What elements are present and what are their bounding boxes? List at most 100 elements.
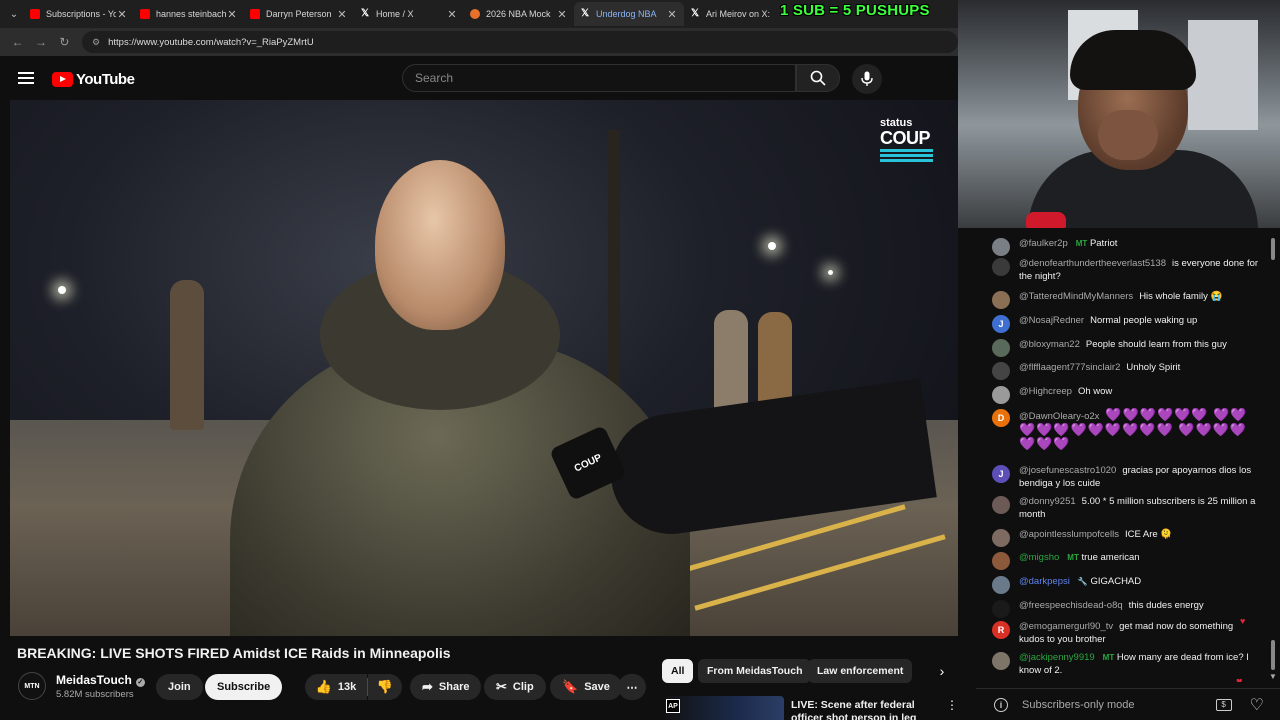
chat-footer: i Subscribers-only mode $ ♡ xyxy=(976,688,1280,720)
chat-author[interactable]: @apointlesslumpofcells xyxy=(1019,529,1119,540)
chip-all[interactable]: All xyxy=(662,659,694,683)
menu-icon[interactable] xyxy=(18,72,34,84)
clip-button[interactable]: ✂ Clip xyxy=(484,674,546,700)
tab-title: Subscriptions - Yo xyxy=(46,9,116,19)
like-button[interactable]: 👍 13k xyxy=(305,674,367,700)
avatar[interactable]: R xyxy=(992,621,1010,639)
voice-search-button[interactable] xyxy=(852,64,882,94)
recommended-video[interactable]: AP LIVE: Scene after federal officer sho… xyxy=(664,696,958,720)
ap-badge: AP xyxy=(666,699,680,713)
chip-from-channel[interactable]: From MeidasTouch xyxy=(698,659,812,683)
chat-author[interactable]: @denofearthundertheeverlast5138 xyxy=(1019,258,1166,269)
avatar[interactable] xyxy=(992,339,1010,357)
search-input[interactable]: Search xyxy=(402,64,796,92)
scroll-down-icon[interactable]: ▼ xyxy=(1269,672,1277,681)
street-light xyxy=(768,242,776,250)
tab-title: Ari Meirov on X: xyxy=(706,9,771,19)
chat-author[interactable]: @DawnOleary-o2x xyxy=(1019,411,1099,422)
channel-name: MeidasTouch xyxy=(56,673,132,687)
tab-title: Underdog NBA xyxy=(596,9,657,19)
chat-author[interactable]: @donny9251 xyxy=(1019,496,1076,507)
dislike-button[interactable]: 👎 xyxy=(368,674,402,700)
chat-message: @freespeechisdead-o8q this dudes energy xyxy=(976,600,1266,618)
avatar[interactable] xyxy=(992,291,1010,309)
back-arrow-icon[interactable]: ← xyxy=(6,31,29,53)
avatar[interactable] xyxy=(992,576,1010,594)
browser-tab[interactable]: Subscriptions - Yo ✕ xyxy=(24,2,134,26)
youtube-header: YouTube Search xyxy=(0,56,958,100)
browser-tab[interactable]: 2026 NBA Mock ✕ xyxy=(464,2,574,26)
close-tab-icon[interactable]: ✕ xyxy=(446,8,458,21)
url-input[interactable]: ⚙ https://www.youtube.com/watch?v=_RiaPy… xyxy=(82,31,958,53)
avatar[interactable]: J xyxy=(992,315,1010,333)
more-vertical-icon[interactable]: ⋮ xyxy=(946,698,958,712)
close-tab-icon[interactable]: ✕ xyxy=(556,8,568,21)
thumbs-up-icon: 👍 xyxy=(315,679,332,694)
avatar[interactable] xyxy=(992,600,1010,618)
close-tab-icon[interactable]: ✕ xyxy=(336,8,348,21)
avatar[interactable] xyxy=(992,652,1010,670)
site-info-icon[interactable]: ⚙ xyxy=(92,37,100,48)
save-button[interactable]: 🔖 Save xyxy=(550,674,622,700)
close-tab-icon[interactable]: ✕ xyxy=(666,8,678,21)
recommended-title[interactable]: LIVE: Scene after federal officer shot p… xyxy=(791,699,941,720)
avatar[interactable] xyxy=(992,238,1010,256)
share-button[interactable]: ➦ Share xyxy=(410,674,482,700)
forward-arrow-icon[interactable]: → xyxy=(29,31,52,53)
browser-tab[interactable]: 𝕏 Home / X ✕ xyxy=(354,2,464,26)
avatar[interactable] xyxy=(992,386,1010,404)
chat-author[interactable]: @faulker2p xyxy=(1019,238,1068,249)
avatar[interactable] xyxy=(992,552,1010,570)
more-horizontal-icon: ⋯ xyxy=(626,681,638,694)
chat-author[interactable]: @TatteredMindMyManners xyxy=(1019,291,1133,302)
more-actions-button[interactable]: ⋯ xyxy=(618,674,646,700)
browser-tab[interactable]: Darryn Peterson ✕ xyxy=(244,2,354,26)
avatar[interactable]: D xyxy=(992,409,1010,427)
browser-tab[interactable]: 𝕏 Ari Meirov on X: xyxy=(684,2,794,26)
youtube-icon xyxy=(250,9,260,19)
x-icon: 𝕏 xyxy=(360,8,370,19)
search-button[interactable] xyxy=(796,64,840,92)
chat-author[interactable]: @emogamergurl90_tv xyxy=(1019,621,1113,632)
chat-author[interactable]: @Highcreep xyxy=(1019,386,1072,397)
info-icon[interactable]: i xyxy=(994,697,1008,712)
browser-tab[interactable]: hannes steinbach ✕ xyxy=(134,2,244,26)
chat-author[interactable]: @josefunescastro1020 xyxy=(1019,465,1116,476)
subscribe-button[interactable]: Subscribe xyxy=(205,674,283,700)
avatar[interactable] xyxy=(992,258,1010,276)
chat-author[interactable]: @darkpepsi xyxy=(1019,576,1070,587)
chip-law-enforcement[interactable]: Law enforcement xyxy=(808,659,913,683)
super-chat-icon[interactable]: $ xyxy=(1215,698,1232,711)
chat-messages[interactable]: @faulker2p MT Patriot @denofearthunderthe… xyxy=(976,234,1266,682)
chat-author[interactable]: @freespeechisdead-o8q xyxy=(1019,600,1123,611)
chat-author[interactable]: @NosajRedner xyxy=(1019,315,1084,326)
chat-author[interactable]: @migsho xyxy=(1019,552,1059,563)
channel-avatar[interactable]: MTN xyxy=(18,672,46,700)
reload-icon[interactable]: ↻ xyxy=(53,31,76,53)
video-player[interactable]: COUP status COUP xyxy=(10,100,958,636)
tab-title: hannes steinbach xyxy=(156,9,226,19)
chat-author[interactable]: @jackipenny9919 xyxy=(1019,652,1095,663)
nba-icon xyxy=(470,9,480,19)
chat-message: @faulker2p MT Patriot xyxy=(976,238,1266,256)
tab-search-icon[interactable]: ⌄ xyxy=(4,4,24,24)
channel-name-wrap[interactable]: MeidasTouch ✓ xyxy=(56,673,145,687)
chevron-right-icon[interactable]: › xyxy=(932,661,952,681)
close-tab-icon[interactable]: ✕ xyxy=(116,8,128,21)
avatar[interactable] xyxy=(992,362,1010,380)
close-tab-icon[interactable]: ✕ xyxy=(226,8,238,21)
browser-tab-active[interactable]: 𝕏 Underdog NBA ✕ xyxy=(574,2,684,26)
chat-scrollbar[interactable]: ▼ xyxy=(1269,228,1277,684)
youtube-icon xyxy=(140,9,150,19)
avatar[interactable] xyxy=(992,496,1010,514)
join-button[interactable]: Join xyxy=(156,674,203,700)
youtube-logo[interactable]: YouTube xyxy=(52,71,135,88)
avatar[interactable] xyxy=(992,529,1010,547)
chat-author[interactable]: @flfflaagent777sinclair2 xyxy=(1019,362,1120,373)
youtube-logo-text: YouTube xyxy=(76,71,135,88)
youtube-play-icon xyxy=(52,72,73,87)
recommended-thumbnail[interactable]: AP xyxy=(664,696,784,720)
chat-author[interactable]: @bloxyman22 xyxy=(1019,339,1080,350)
heart-icon[interactable]: ♡ xyxy=(1250,695,1264,715)
avatar[interactable]: J xyxy=(992,465,1010,483)
